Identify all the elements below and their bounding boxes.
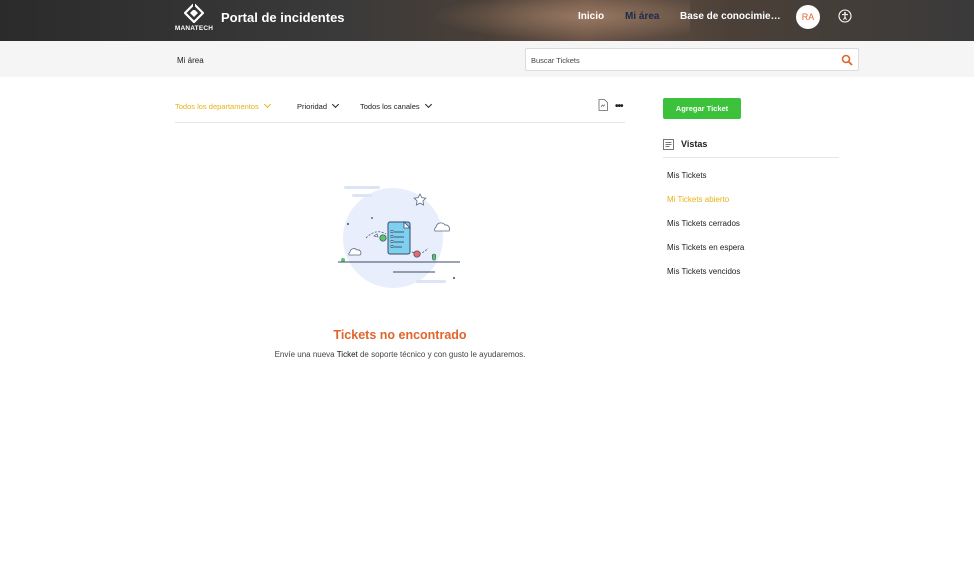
user-avatar[interactable]: RA <box>796 5 820 29</box>
search-box <box>525 48 859 71</box>
export-document-icon[interactable] <box>598 99 608 111</box>
breadcrumb[interactable]: Mi área <box>177 56 204 65</box>
empty-state-message-after: de soporte técnico y con gusto le ayudar… <box>357 350 526 359</box>
manatech-logo[interactable]: MANATECH <box>174 2 214 38</box>
views-list-icon <box>663 139 674 150</box>
view-mis-tickets-en-espera[interactable]: Mis Tickets en espera <box>667 243 744 267</box>
department-filter-label: Todos los departamentos <box>175 102 259 111</box>
top-navigation-bar: MANATECH Portal de incidentes Inicio Mi … <box>0 0 974 41</box>
view-mis-tickets[interactable]: Mis Tickets <box>667 171 744 195</box>
view-mi-tickets-abierto[interactable]: Mi Tickets abierto <box>667 195 744 219</box>
chevron-down-icon <box>263 100 271 109</box>
sub-header: Mi área <box>0 41 974 77</box>
more-options-icon[interactable]: ••• <box>615 101 623 112</box>
channel-filter[interactable]: Todos los canales <box>360 100 432 111</box>
nav-base-de-conocimiento[interactable]: Base de conocimien... <box>680 11 784 22</box>
views-header: Vistas <box>663 136 839 158</box>
search-icon[interactable] <box>841 54 853 66</box>
view-mis-tickets-cerrados[interactable]: Mis Tickets cerrados <box>667 219 744 243</box>
ticket-filters: Todos los departamentos Prioridad Todos … <box>175 98 625 123</box>
portal-title[interactable]: Portal de incidentes <box>221 10 345 25</box>
view-mis-tickets-vencidos[interactable]: Mis Tickets vencidos <box>667 267 744 291</box>
empty-state-message-before: Envíe una nueva <box>274 350 337 359</box>
priority-filter[interactable]: Prioridad <box>297 100 340 111</box>
nav-inicio[interactable]: Inicio <box>578 11 604 22</box>
no-tickets-illustration <box>338 186 460 288</box>
views-list: Mis Tickets Mi Tickets abierto Mis Ticke… <box>667 171 744 291</box>
views-title: Vistas <box>681 139 708 149</box>
channel-filter-label: Todos los canales <box>360 102 420 111</box>
search-input[interactable] <box>531 53 831 67</box>
empty-state-title: Tickets no encontrado <box>333 328 467 342</box>
nav-mi-area[interactable]: Mi área <box>625 11 659 22</box>
logo-text: MANATECH <box>174 25 214 32</box>
department-filter[interactable]: Todos los departamentos <box>175 100 271 111</box>
priority-filter-label: Prioridad <box>297 102 328 111</box>
chevron-down-icon <box>424 100 432 109</box>
chevron-down-icon <box>331 100 340 109</box>
add-ticket-button[interactable]: Agregar Ticket <box>663 98 741 119</box>
new-ticket-link[interactable]: Ticket <box>337 350 358 359</box>
logo-mark-icon <box>184 3 204 23</box>
accessibility-icon[interactable] <box>838 9 852 23</box>
empty-state-message: Envíe una nueva Ticket de soporte técnic… <box>200 350 600 359</box>
